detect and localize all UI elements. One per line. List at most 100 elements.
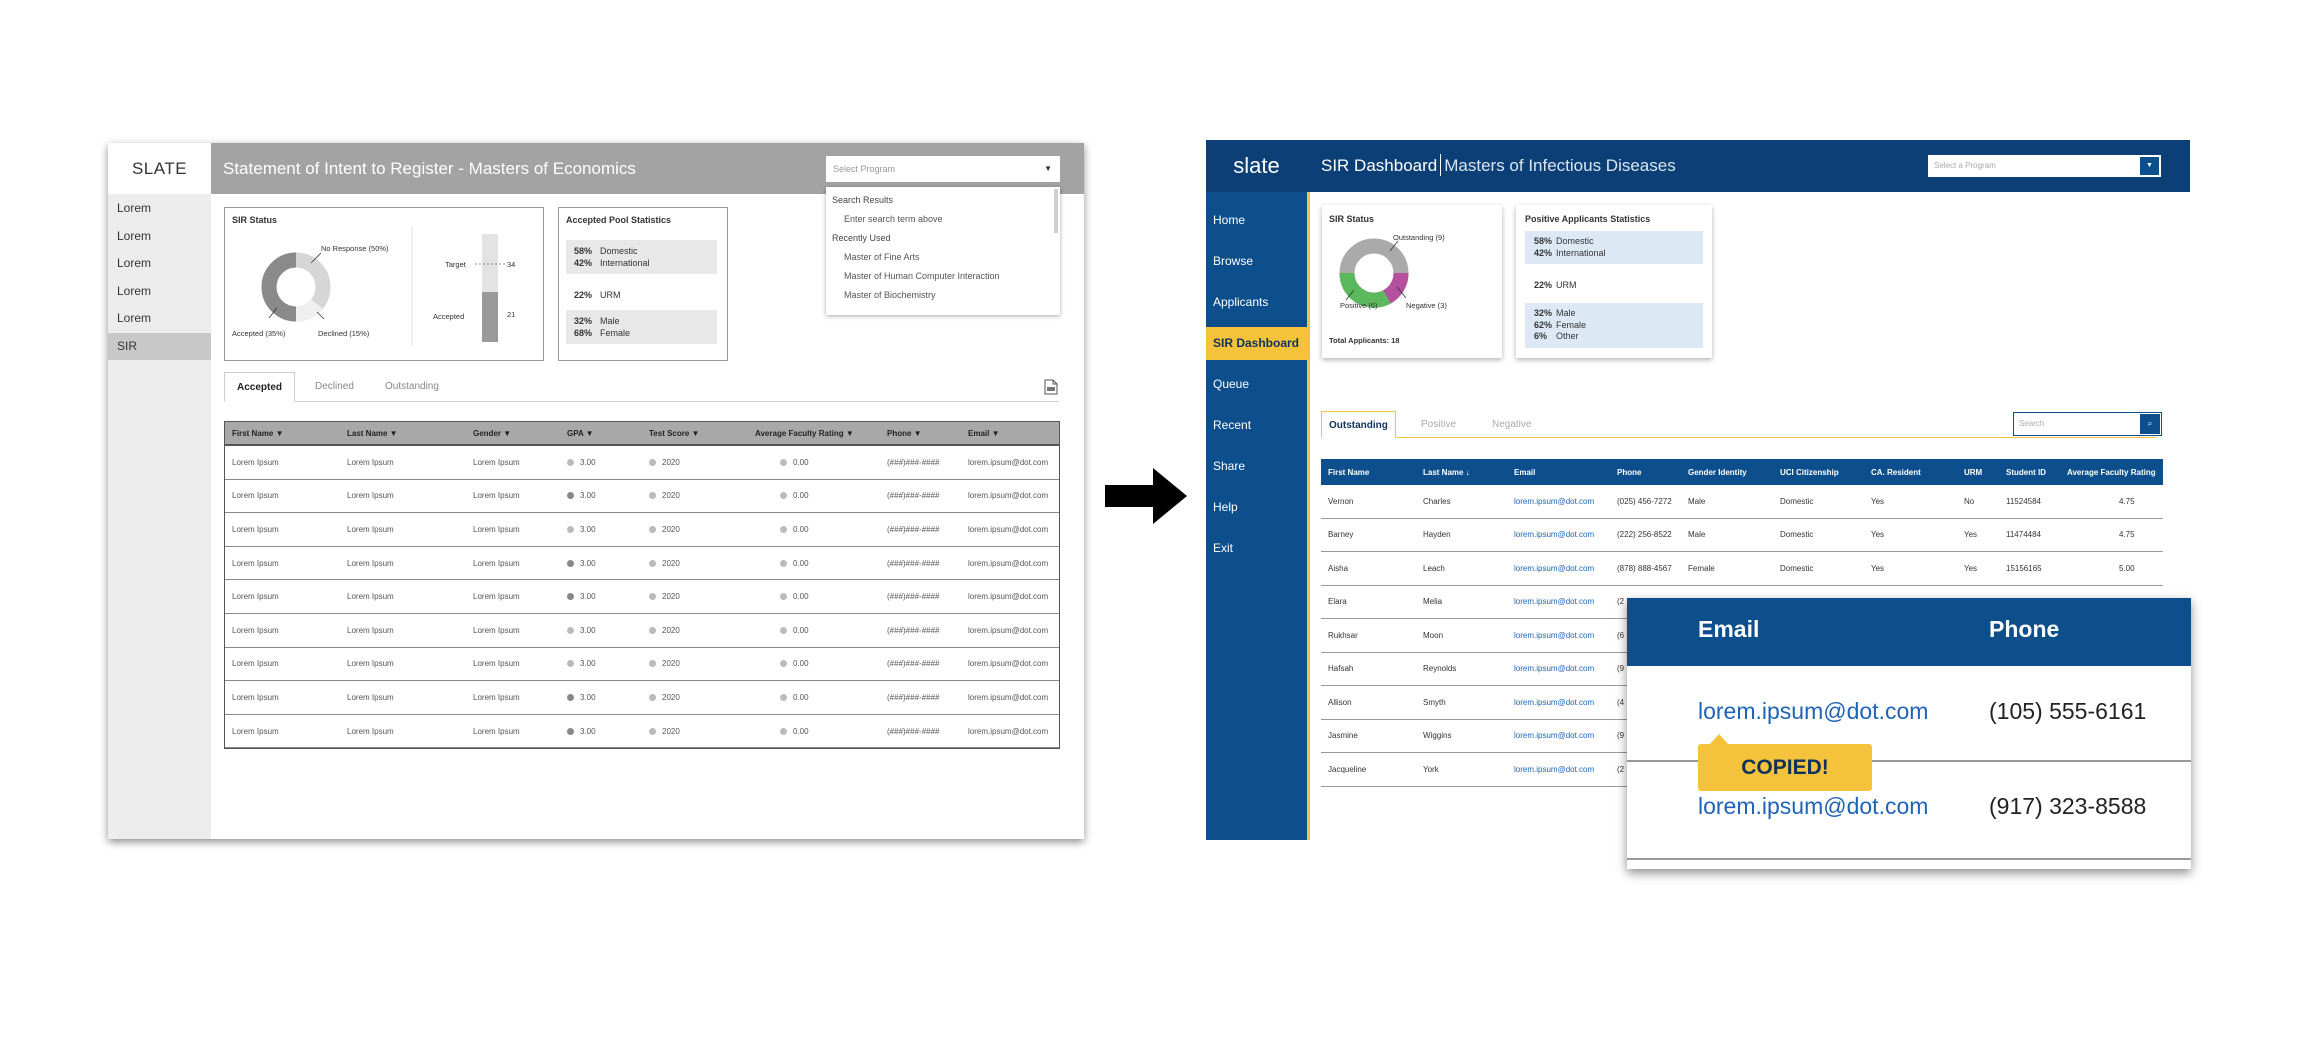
col-gender-identity[interactable]: Gender Identity xyxy=(1688,459,1747,485)
sidebar-item-lorem[interactable]: Lorem xyxy=(108,250,211,278)
table-row[interactable]: Lorem Ipsum Lorem Ipsum Lorem Ipsum 3.00 202… xyxy=(225,513,1059,547)
cell-last-name: Lorem Ipsum xyxy=(347,659,394,669)
col-first-name[interactable]: First Name ▼ xyxy=(232,422,284,444)
table-row[interactable]: Barney Hayden lorem.ipsum@dot.com (222) 256… xyxy=(1321,519,2163,552)
card-title: Accepted Pool Statistics xyxy=(566,215,672,225)
sidebar-item-applicants[interactable]: Applicants xyxy=(1206,282,1307,323)
sidebar-item-home[interactable]: Home xyxy=(1206,200,1307,241)
cell-email: lorem.ipsum@dot.com xyxy=(968,659,1049,669)
status-dot-icon xyxy=(649,559,656,567)
col-faculty-rating[interactable]: Average Faculty Rating ▼ xyxy=(755,422,854,444)
table-row[interactable]: Vernon Charles lorem.ipsum@dot.com (025) 45… xyxy=(1321,485,2163,519)
page-title: SIR Dashboard xyxy=(1321,156,1438,175)
col-student-id[interactable]: Student ID xyxy=(2006,459,2046,485)
dropdown-item[interactable]: Master of Biochemistry xyxy=(826,286,1060,305)
cell-gpa: 3.00 xyxy=(567,580,596,613)
email-link[interactable]: lorem.ipsum@dot.com xyxy=(1514,753,1594,786)
col-faculty-rating[interactable]: Average Faculty Rating xyxy=(2067,459,2156,485)
right-arrow-icon xyxy=(1105,468,1187,524)
cell-ca-resident: Yes xyxy=(1871,563,1885,573)
cell-faculty-rating: 0.00 xyxy=(780,648,809,681)
sidebar-item-queue[interactable]: Queue xyxy=(1206,364,1307,405)
email-link[interactable]: lorem.ipsum@dot.com xyxy=(1514,552,1594,585)
donut-segment-positive xyxy=(1339,272,1391,308)
wireframe-lowfi: SLATE Lorem Lorem Lorem Lorem Lorem SIR … xyxy=(108,143,1084,839)
col-uci-citizenship[interactable]: UCI Citizenship xyxy=(1780,459,1839,485)
tab-outstanding[interactable]: Outstanding xyxy=(1321,411,1396,438)
cell-first-name: Lorem Ipsum xyxy=(232,558,279,568)
program-select[interactable]: Select a Program ▼ xyxy=(1928,155,2161,177)
chevron-down-icon: ▼ xyxy=(1044,164,1052,173)
sidebar-item-sir[interactable]: SIR xyxy=(108,332,211,360)
cell-last-name: Moon xyxy=(1423,630,1444,640)
table-row[interactable]: Lorem Ipsum Lorem Ipsum Lorem Ipsum 3.00 202… xyxy=(225,614,1059,648)
col-email[interactable]: Email xyxy=(1514,459,1535,485)
table-row[interactable]: Lorem Ipsum Lorem Ipsum Lorem Ipsum 3.00 202… xyxy=(225,480,1059,514)
sidebar-item-lorem[interactable]: Lorem xyxy=(108,278,211,306)
col-last-name[interactable]: Last Name ▼ xyxy=(347,422,398,444)
col-email[interactable]: Email ▼ xyxy=(968,422,999,444)
sidebar-item-recent[interactable]: Recent xyxy=(1206,405,1307,446)
dropdown-item[interactable]: Master of Fine Arts xyxy=(826,248,1060,267)
col-gpa[interactable]: GPA ▼ xyxy=(567,422,594,444)
col-test-score[interactable]: Test Score ▼ xyxy=(649,422,699,444)
label-no-response: No Response (50%) xyxy=(321,244,389,253)
cell-gender-identity: Female xyxy=(1688,563,1715,573)
sidebar-item-browse[interactable]: Browse xyxy=(1206,241,1307,282)
email-link[interactable]: lorem.ipsum@dot.com xyxy=(1514,485,1594,518)
sidebar-item-exit[interactable]: Exit xyxy=(1206,528,1307,569)
donut-segment-accepted xyxy=(261,252,297,322)
tab-accepted[interactable]: Accepted xyxy=(224,372,296,402)
table-row[interactable]: Lorem Ipsum Lorem Ipsum Lorem Ipsum 3.00 202… xyxy=(225,580,1059,614)
table-row[interactable]: Aisha Leach lorem.ipsum@dot.com (878) 888-4… xyxy=(1321,552,2163,586)
cell-last-name: Lorem Ipsum xyxy=(347,625,394,635)
table-row[interactable]: Lorem Ipsum Lorem Ipsum Lorem Ipsum 3.00 202… xyxy=(225,446,1059,480)
email-link[interactable]: lorem.ipsum@dot.com xyxy=(1514,720,1594,753)
dropdown-item[interactable]: Master of Human Computer Interaction xyxy=(826,267,1060,286)
table-row[interactable]: Lorem Ipsum Lorem Ipsum Lorem Ipsum 3.00 202… xyxy=(225,648,1059,682)
sidebar-item-lorem[interactable]: Lorem xyxy=(108,195,211,223)
col-ca-resident[interactable]: CA. Resident xyxy=(1871,459,1921,485)
status-dot-icon xyxy=(567,626,574,634)
col-urm[interactable]: URM xyxy=(1964,459,1982,485)
col-last-name[interactable]: Last Name ↓ xyxy=(1423,459,1470,485)
cell-phone: (6 xyxy=(1617,630,1625,640)
email-link[interactable]: lorem.ipsum@dot.com xyxy=(1514,686,1594,719)
status-dot-icon xyxy=(649,660,656,668)
email-link[interactable]: lorem.ipsum@dot.com xyxy=(1514,619,1594,652)
sidebar-item-lorem[interactable]: Lorem xyxy=(108,223,211,251)
email-link[interactable]: lorem.ipsum@dot.com xyxy=(1514,519,1594,552)
search-icon[interactable]: ⌕ xyxy=(2140,414,2160,434)
col-phone[interactable]: Phone xyxy=(1617,459,1641,485)
tab-negative[interactable]: Negative xyxy=(1492,411,1531,438)
sidebar: slate Home Browse Applicants SIR Dashboa… xyxy=(1206,140,1307,840)
status-dot-icon xyxy=(780,727,787,735)
cell-urm: Yes xyxy=(1964,563,1978,573)
col-phone[interactable]: Phone ▼ xyxy=(887,422,922,444)
sidebar-item-lorem[interactable]: Lorem xyxy=(108,305,211,333)
cell-faculty-rating: 0.00 xyxy=(780,513,809,546)
table-row[interactable]: Lorem Ipsum Lorem Ipsum Lorem Ipsum 3.00 202… xyxy=(225,547,1059,581)
cell-phone: (878) 888-4567 xyxy=(1617,563,1672,573)
email-link[interactable]: lorem.ipsum@dot.com xyxy=(1698,698,1928,725)
tab-outstanding[interactable]: Outstanding xyxy=(385,372,439,402)
email-link[interactable]: lorem.ipsum@dot.com xyxy=(1514,586,1594,619)
search-input[interactable]: Search ⌕ xyxy=(2013,412,2162,436)
col-gender[interactable]: Gender ▼ xyxy=(473,422,511,444)
sidebar-item-help[interactable]: Help xyxy=(1206,487,1307,528)
csv-file-icon[interactable] xyxy=(1044,379,1058,395)
tab-positive[interactable]: Positive xyxy=(1421,411,1456,438)
cell-phone: (###)###-#### xyxy=(887,625,940,635)
col-first-name[interactable]: First Name xyxy=(1328,459,1369,485)
table-row[interactable]: Lorem Ipsum Lorem Ipsum Lorem Ipsum 3.00 202… xyxy=(225,681,1059,715)
table-row[interactable]: Lorem Ipsum Lorem Ipsum Lorem Ipsum 3.00 202… xyxy=(225,715,1059,749)
email-link[interactable]: lorem.ipsum@dot.com xyxy=(1514,653,1594,686)
dropdown-scrollbar[interactable] xyxy=(1054,189,1058,233)
sidebar-item-share[interactable]: Share xyxy=(1206,446,1307,487)
program-select-placeholder: Select Program xyxy=(833,164,896,174)
sidebar-item-sir-dashboard[interactable]: SIR Dashboard xyxy=(1206,327,1307,360)
tab-declined[interactable]: Declined xyxy=(315,372,354,402)
program-select[interactable]: Select Program ▼ xyxy=(826,156,1060,182)
email-link[interactable]: lorem.ipsum@dot.com xyxy=(1698,793,1928,820)
chevron-down-icon[interactable]: ▼ xyxy=(2140,157,2159,175)
